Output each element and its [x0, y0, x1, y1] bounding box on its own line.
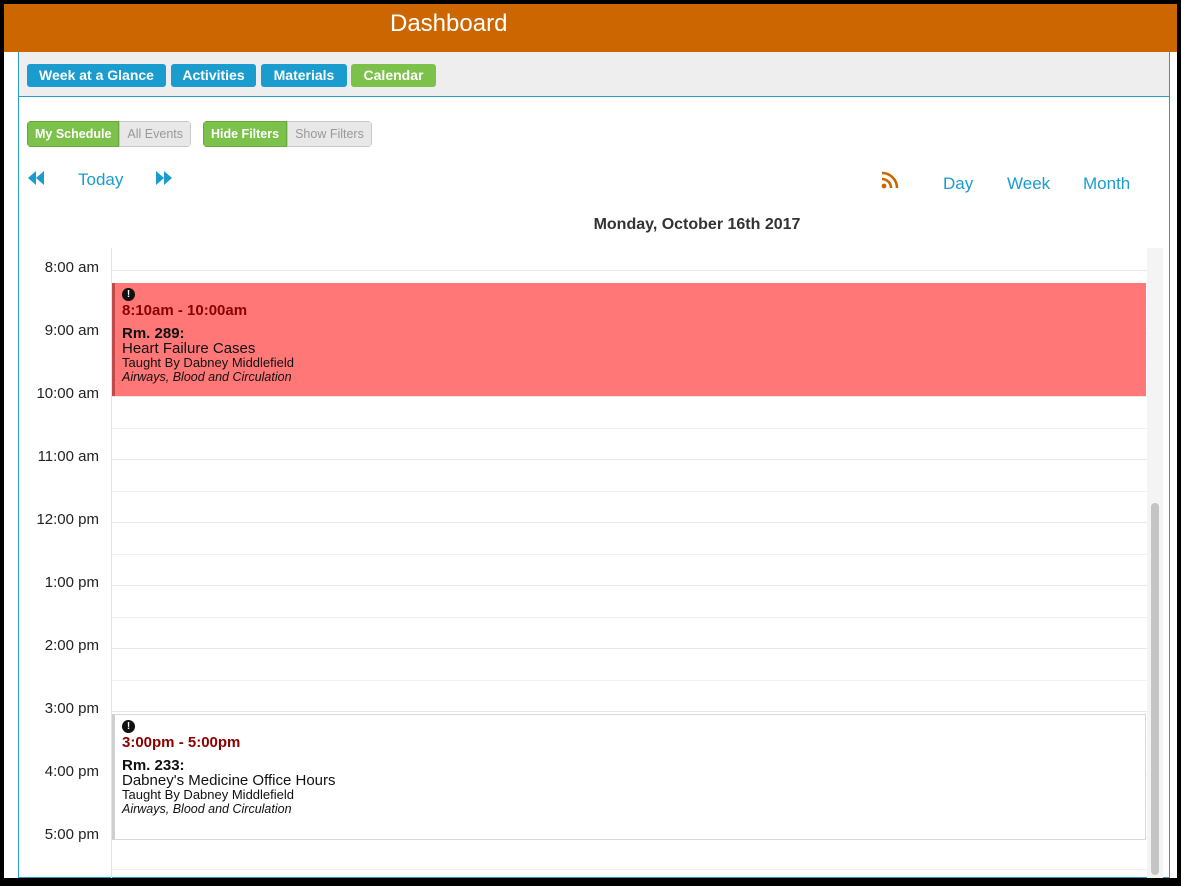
- time-label: 8:00 am: [44, 259, 99, 276]
- half-hour-line: [112, 554, 1148, 555]
- time-label: 1:00 pm: [44, 574, 99, 591]
- hour-line: [112, 585, 1148, 586]
- half-hour-line: [112, 869, 1148, 870]
- tab-activities[interactable]: Activities: [171, 64, 256, 87]
- hour-line: [112, 711, 1148, 712]
- time-label: 11:00 am: [37, 448, 99, 465]
- calendar-date-heading: Monday, October 16th 2017: [19, 216, 1169, 234]
- time-label: 10:00 am: [36, 385, 99, 402]
- event-teacher: Taught By Dabney Middlefield: [122, 355, 294, 370]
- event-course: Airways, Blood and Circulation: [122, 802, 292, 816]
- hour-line: [112, 270, 1148, 271]
- alert-icon: !: [122, 288, 135, 301]
- event-course: Airways, Blood and Circulation: [122, 370, 292, 384]
- hour-line: [112, 396, 1148, 397]
- rss-feed-icon[interactable]: [881, 171, 899, 189]
- event-time: 8:10am - 10:00am: [122, 302, 248, 319]
- time-label: 12:00 pm: [36, 511, 99, 528]
- page-title: Dashboard: [390, 10, 508, 37]
- app-frame: Dashboard Week at a Glance Activities Ma…: [4, 4, 1177, 878]
- half-hour-line: [112, 680, 1148, 681]
- tab-week-at-a-glance[interactable]: Week at a Glance: [27, 64, 166, 87]
- time-label: 4:00 pm: [44, 763, 99, 780]
- double-left-arrow-icon[interactable]: [27, 170, 45, 191]
- calendar-event[interactable]: ! 8:10am - 10:00am Rm. 289: Heart Failur…: [112, 283, 1146, 396]
- event-room: Rm. 289:: [122, 325, 185, 342]
- view-day-button[interactable]: Day: [943, 174, 973, 194]
- main-panel: Week at a Glance Activities Materials Ca…: [18, 52, 1170, 878]
- event-room: Rm. 233:: [122, 757, 185, 774]
- my-schedule-button[interactable]: My Schedule: [27, 121, 120, 147]
- event-time: 3:00pm - 5:00pm: [122, 734, 241, 751]
- tab-bar: Week at a Glance Activities Materials Ca…: [19, 52, 1169, 97]
- alert-icon: !: [122, 720, 135, 733]
- show-filters-button[interactable]: Show Filters: [287, 121, 372, 147]
- half-hour-line: [112, 617, 1148, 618]
- view-month-button[interactable]: Month: [1083, 174, 1130, 194]
- hour-line: [112, 648, 1148, 649]
- tab-materials[interactable]: Materials: [261, 64, 347, 87]
- calendar-event[interactable]: ! 3:00pm - 5:00pm Rm. 233: Dabney's Medi…: [112, 714, 1146, 840]
- filter-visibility-toggle: Hide Filters Show Filters: [203, 121, 372, 147]
- scrollbar-thumb[interactable]: [1151, 503, 1159, 875]
- half-hour-line: [112, 491, 1148, 492]
- day-calendar: 8:00 am 9:00 am 10:00 am 11:00 am 12:00 …: [19, 248, 1169, 878]
- today-button[interactable]: Today: [78, 170, 123, 190]
- time-label: 2:00 pm: [44, 637, 99, 654]
- half-hour-line: [112, 428, 1148, 429]
- event-title: Dabney's Medicine Office Hours: [122, 772, 336, 789]
- hide-filters-button[interactable]: Hide Filters: [203, 121, 288, 147]
- time-label: 3:00 pm: [44, 700, 99, 717]
- hour-line: [112, 522, 1148, 523]
- hour-line: [112, 459, 1148, 460]
- time-label: 9:00 am: [44, 322, 99, 339]
- calendar-date-text: Monday, October 16th 2017: [593, 216, 801, 233]
- event-title: Heart Failure Cases: [122, 340, 256, 357]
- view-week-button[interactable]: Week: [1007, 174, 1050, 194]
- schedule-filter-toggle: My Schedule All Events: [27, 121, 192, 147]
- time-label: 5:00 pm: [44, 826, 99, 843]
- event-teacher: Taught By Dabney Middlefield: [122, 787, 294, 802]
- tab-calendar[interactable]: Calendar: [351, 64, 436, 87]
- all-events-button[interactable]: All Events: [119, 121, 192, 147]
- double-right-arrow-icon[interactable]: [155, 170, 173, 191]
- app-header: Dashboard: [4, 4, 1177, 52]
